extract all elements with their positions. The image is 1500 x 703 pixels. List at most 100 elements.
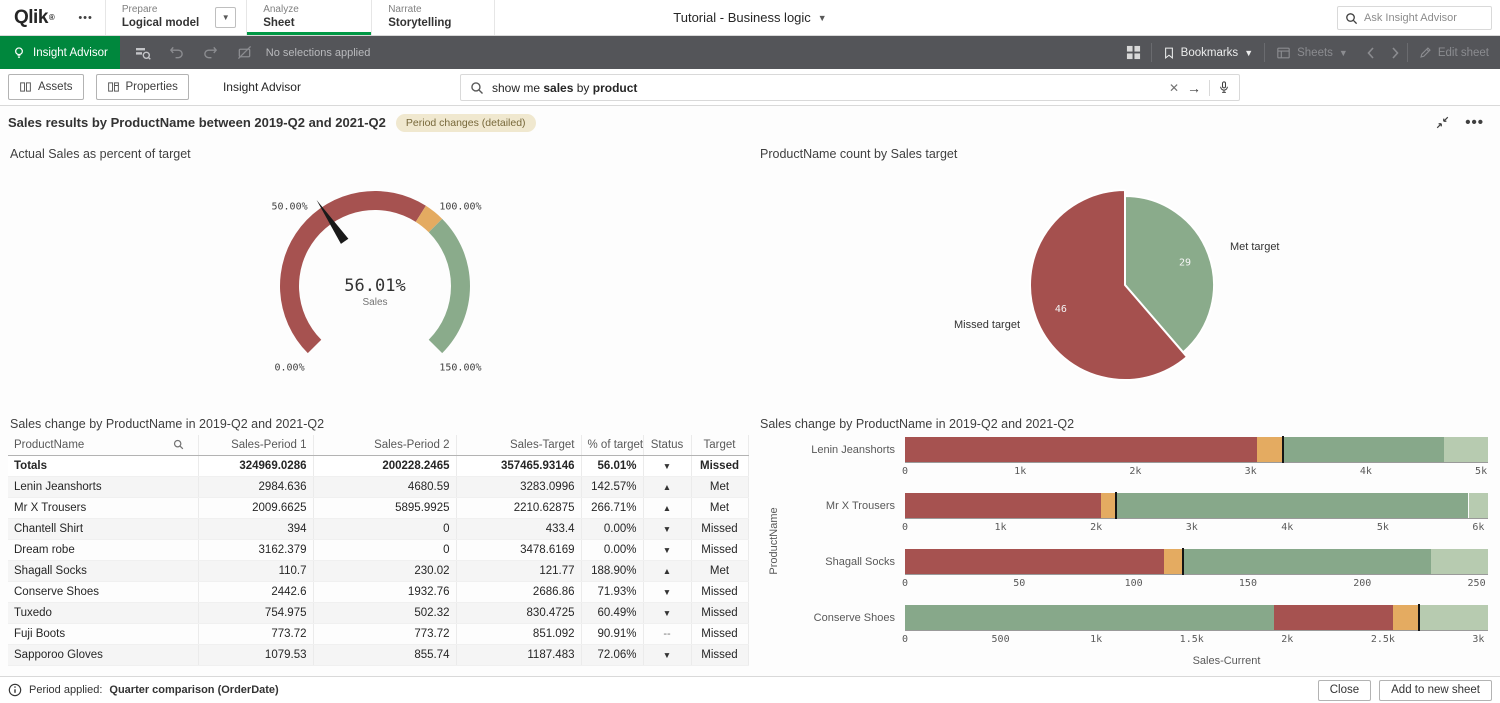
step-back-icon[interactable] [160,36,194,69]
value-cell: 773.72 [313,623,456,644]
value-cell: ▼ [643,539,691,560]
bookmarks-menu[interactable]: Bookmarks ▼ [1152,36,1264,69]
gauge-chart-card[interactable]: Actual Sales as percent of target 0.00%5… [0,139,750,409]
clear-search-icon[interactable]: ✕ [1169,81,1179,95]
tab-prepare-logical-model[interactable]: Prepare Logical model [106,0,215,35]
axis-tick-label: 5k [1475,466,1487,477]
search-input[interactable]: show me sales by product [492,81,1161,95]
step-forward-icon[interactable] [194,36,228,69]
clear-selections-icon[interactable] [228,36,262,69]
app-navigation-grid-icon[interactable] [1117,36,1151,69]
bullet-row[interactable]: Lenin Jeanshorts01k2k3k4k5k [780,437,1500,480]
edit-sheet-button[interactable]: Edit sheet [1408,36,1500,69]
sheets-menu[interactable]: Sheets ▼ [1265,36,1359,69]
table-row[interactable]: Tuxedo754.975502.32830.472560.49%▼Missed [8,602,748,623]
global-menu-button[interactable]: ••• [66,12,105,24]
product-name-cell[interactable]: Shagall Socks [8,560,198,581]
product-name-cell[interactable]: Mr X Trousers [8,497,198,518]
qlik-logo[interactable]: Qlik® [0,0,66,35]
logical-model-dropdown-button[interactable]: ▼ [215,7,236,28]
category-label[interactable]: Lenin Jeanshorts [780,437,905,480]
x-axis: 01k2k3k4k5k6k [905,519,1488,536]
totals-row[interactable]: Totals324969.0286200228.2465357465.93146… [8,455,748,476]
product-name-cell[interactable]: Sapporoo Gloves [8,644,198,665]
product-name-cell[interactable]: Totals [8,455,198,476]
table-row[interactable]: Sapporoo Gloves1079.53855.741187.48372.0… [8,644,748,665]
value-cell: 266.71% [581,497,643,518]
assets-label: Assets [38,81,73,93]
column-header[interactable]: % of target [581,435,643,455]
bullet-row[interactable]: Conserve Shoes05001k1.5k2k2.5k3k [780,605,1500,648]
table-row[interactable]: Dream robe3162.37903478.61690.00%▼Missed [8,539,748,560]
product-name-cell[interactable]: Tuxedo [8,602,198,623]
column-header[interactable]: Sales-Period 1 [198,435,313,455]
product-name-cell[interactable]: Lenin Jeanshorts [8,476,198,497]
product-name-cell[interactable]: Chantell Shirt [8,518,198,539]
more-options-icon[interactable]: ••• [1465,114,1484,131]
column-header[interactable]: Status [643,435,691,455]
axis-tick-label: 100 [1125,578,1143,589]
bullet-chart[interactable]: ProductNameLenin Jeanshorts01k2k3k4k5kMr… [750,435,1500,667]
column-search-icon[interactable] [173,439,184,450]
app-title-dropdown[interactable]: Tutorial - Business logic ▼ [673,0,826,35]
value-cell: 188.90% [581,560,643,581]
pie-chart[interactable]: 29Met target46Missed target [750,165,1500,409]
tab-narrate-storytelling[interactable]: Narrate Storytelling [372,0,494,35]
product-name-cell[interactable]: Fuji Boots [8,623,198,644]
assets-button[interactable]: Assets [8,74,84,100]
bullet-chart-card[interactable]: Sales change by ProductName in 2019-Q2 a… [750,409,1500,676]
bullet-row[interactable]: Mr X Trousers01k2k3k4k5k6k [780,493,1500,536]
submit-search-icon[interactable]: → [1187,80,1201,96]
product-name-cell[interactable]: Conserve Shoes [8,581,198,602]
column-header[interactable]: ProductName [8,435,198,455]
axis-tick-label: 3k [1472,634,1484,645]
table-row[interactable]: Shagall Socks110.7230.02121.77188.90%▲Me… [8,560,748,581]
value-cell: ▼ [643,581,691,602]
table-row[interactable]: Lenin Jeanshorts2984.6364680.593283.0996… [8,476,748,497]
axis-tick-label: 3k [1245,466,1257,477]
gauge-tick-label: 100.00% [439,201,481,212]
column-header[interactable]: Sales-Target [456,435,581,455]
category-label[interactable]: Conserve Shoes [780,605,905,648]
bullet-row[interactable]: Shagall Socks050100150200250 [780,549,1500,592]
range-below-target [905,549,1164,574]
bullet-wrap: 01k2k3k4k5k [905,437,1488,480]
value-cell: ▲ [643,560,691,581]
properties-button[interactable]: Properties [96,74,189,100]
table-row[interactable]: Mr X Trousers2009.66255895.99252210.6287… [8,497,748,518]
insight-search-box[interactable]: show me sales by product ✕ → [460,74,1240,101]
chart-title: ProductName count by Sales target [750,139,1500,165]
category-label[interactable]: Shagall Socks [780,549,905,592]
value-cell: 357465.93146 [456,455,581,476]
properties-panel-icon [107,81,120,93]
previous-sheet-button[interactable] [1359,36,1383,69]
close-button[interactable]: Close [1318,680,1371,701]
axis-tick-label: 200 [1353,578,1371,589]
value-cell: 71.93% [581,581,643,602]
collapse-icon[interactable] [1436,116,1449,129]
microphone-icon[interactable] [1218,80,1230,95]
category-label[interactable]: Mr X Trousers [780,493,905,536]
tab-analyze-sheet[interactable]: Analyze Sheet [247,0,371,35]
bullet-bar [905,437,1488,463]
gauge-chart[interactable]: 0.00%50.00%100.00%150.00%56.01%Sales [0,165,750,409]
add-to-new-sheet-button[interactable]: Add to new sheet [1379,680,1492,701]
next-sheet-button[interactable] [1383,36,1407,69]
column-header[interactable]: Sales-Period 2 [313,435,456,455]
kpi-table[interactable]: ProductNameSales-Period 1Sales-Period 2S… [8,435,749,666]
insight-advisor-toggle[interactable]: Insight Advisor [0,36,120,69]
product-name-cell[interactable]: Dream robe [8,539,198,560]
ask-insight-advisor-search[interactable]: Ask Insight Advisor [1337,6,1492,30]
query-token: sales [543,81,573,95]
query-token: by [573,81,592,95]
table-row[interactable]: Conserve Shoes2442.61932.762686.8671.93%… [8,581,748,602]
table-card[interactable]: Sales change by ProductName in 2019-Q2 a… [0,409,750,676]
pie-chart-card[interactable]: ProductName count by Sales target 29Met … [750,139,1500,409]
table-row[interactable]: Chantell Shirt3940433.40.00%▼Missed [8,518,748,539]
table-row[interactable]: Fuji Boots773.72773.72851.09290.91%--Mis… [8,623,748,644]
tab-section-label: Prepare [122,4,199,16]
column-header[interactable]: Target [691,435,748,455]
divider [494,0,495,35]
axis-tick-label: 2k [1281,634,1293,645]
selections-tool-button[interactable] [126,36,160,69]
